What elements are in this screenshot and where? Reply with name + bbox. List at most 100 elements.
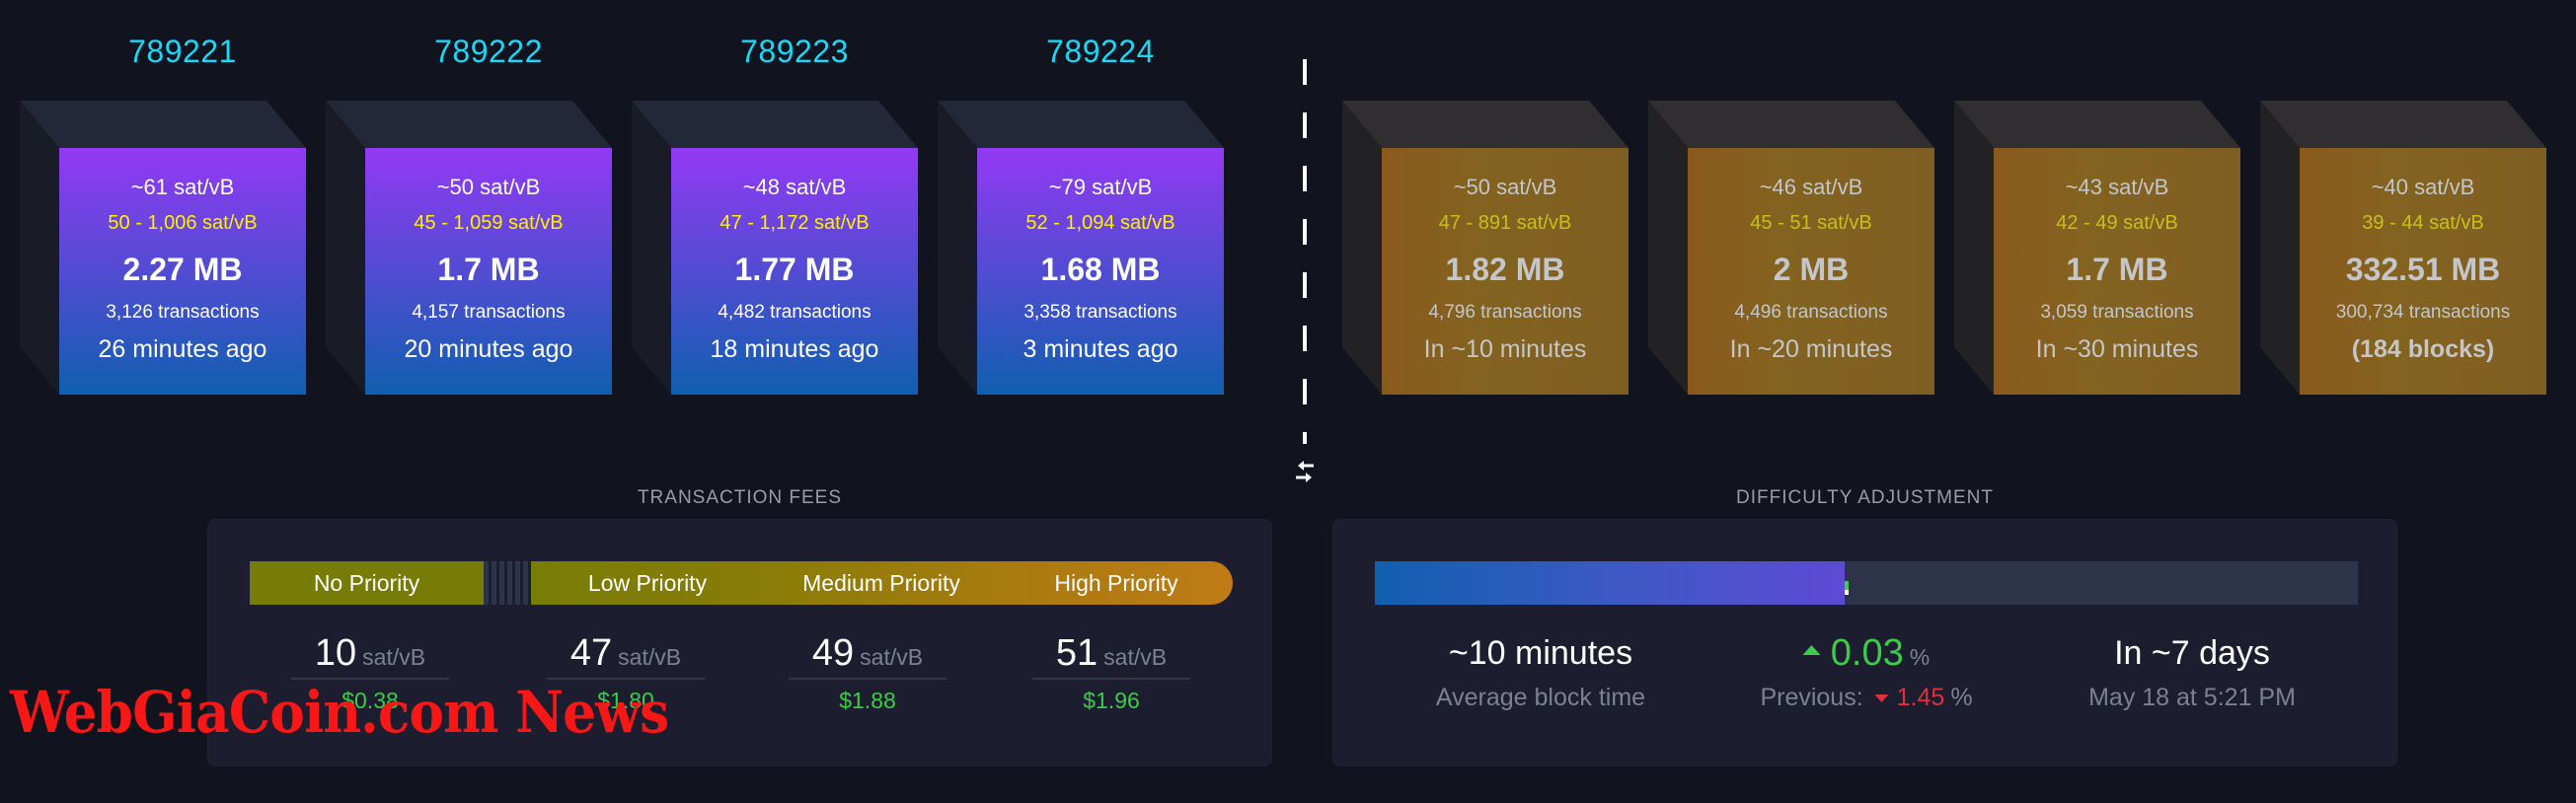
block-front-face: ~40 sat/vB 39 - 44 sat/vB 332.51 MB 300,…	[2300, 148, 2546, 395]
fee-rate: 49	[811, 632, 855, 674]
block-size: 1.7 MB	[2066, 252, 2168, 287]
block-height-link[interactable]: 789223	[671, 34, 918, 70]
block-eta: In ~10 minutes	[1423, 335, 1587, 363]
transaction-count: 3,059 transactions	[2040, 302, 2194, 323]
block-size: 1.7 MB	[437, 252, 540, 287]
block-size: 1.68 MB	[1040, 252, 1161, 287]
next-adjustment-eta: In ~7 days	[2114, 634, 2270, 672]
fee-range: 45 - 51 sat/vB	[1750, 212, 1872, 234]
block-side-face	[326, 101, 365, 395]
mempool-block[interactable]: ~46 sat/vB 45 - 51 sat/vB 2 MB 4,496 tra…	[1648, 101, 1934, 395]
median-fee: ~46 sat/vB	[1759, 175, 1863, 199]
block-front-face: ~50 sat/vB 47 - 891 sat/vB 1.82 MB 4,796…	[1382, 148, 1629, 395]
block-eta: (184 blocks)	[2351, 335, 2495, 363]
next-adjustment-date: May 18 at 5:21 PM	[2088, 684, 2296, 711]
block-side-face	[20, 101, 59, 395]
median-fee: ~48 sat/vB	[742, 175, 847, 199]
block-height-link[interactable]: 789224	[977, 34, 1224, 70]
block-time: 26 minutes ago	[98, 335, 267, 363]
block-side-face	[1648, 101, 1688, 395]
block-size: 1.77 MB	[734, 252, 855, 287]
median-fee: ~40 sat/vB	[2371, 175, 2475, 199]
arrow-down-icon	[1874, 694, 1889, 703]
fee-medium-priority: 49 sat/vB $1.88	[789, 628, 947, 714]
block-size: 332.51 MB	[2345, 252, 2501, 287]
mempool-divider	[1303, 59, 1307, 444]
mined-block[interactable]: ~48 sat/vB 47 - 1,172 sat/vB 1.77 MB 4,4…	[632, 101, 918, 395]
mined-block[interactable]: ~50 sat/vB 45 - 1,059 sat/vB 1.7 MB 4,15…	[326, 101, 612, 395]
mempool-block[interactable]: ~40 sat/vB 39 - 44 sat/vB 332.51 MB 300,…	[2260, 101, 2546, 395]
fee-unit: sat/vB	[362, 644, 426, 670]
block-top-face	[1648, 101, 1934, 148]
block-size: 1.82 MB	[1445, 252, 1565, 287]
block-time: 18 minutes ago	[710, 335, 879, 363]
transaction-count: 4,482 transactions	[718, 302, 871, 323]
block-top-face	[1342, 101, 1629, 148]
transaction-count: 300,734 transactions	[2335, 302, 2511, 323]
block-front-face: ~50 sat/vB 45 - 1,059 sat/vB 1.7 MB 4,15…	[365, 148, 612, 395]
block-top-face	[938, 101, 1224, 148]
previous-label: Previous:	[1760, 684, 1863, 711]
block-height-link[interactable]: 789221	[59, 34, 306, 70]
fee-range: 47 - 1,172 sat/vB	[720, 212, 870, 234]
difficulty-change: 0.03% Previous: 1.45%	[1760, 628, 1972, 712]
transaction-fees-title: TRANSACTION FEES	[637, 487, 843, 508]
fee-range: 39 - 44 sat/vB	[2362, 212, 2484, 234]
fee-unit: sat/vB	[860, 644, 924, 670]
mined-block[interactable]: ~79 sat/vB 52 - 1,094 sat/vB 1.68 MB 3,3…	[938, 101, 1224, 395]
block-side-face	[1954, 101, 1994, 395]
block-front-face: ~43 sat/vB 42 - 49 sat/vB 1.7 MB 3,059 t…	[1994, 148, 2240, 395]
block-top-face	[326, 101, 612, 148]
difficulty-change-value: 0.03	[1830, 632, 1904, 674]
fee-range: 50 - 1,006 sat/vB	[108, 212, 258, 234]
fee-unit: sat/vB	[1103, 644, 1168, 670]
transaction-count: 4,157 transactions	[412, 302, 566, 323]
difficulty-progress-marker	[1845, 581, 1849, 595]
block-height-link[interactable]: 789222	[365, 34, 612, 70]
percent-sign: %	[1950, 684, 1973, 711]
fee-usd: $1.88	[839, 688, 896, 713]
block-side-face	[938, 101, 977, 395]
next-adjustment: In ~7 days May 18 at 5:21 PM	[2088, 628, 2296, 712]
mempool-block[interactable]: ~50 sat/vB 47 - 891 sat/vB 1.82 MB 4,796…	[1342, 101, 1629, 395]
fee-range: 45 - 1,059 sat/vB	[414, 212, 564, 234]
block-front-face: ~46 sat/vB 45 - 51 sat/vB 2 MB 4,496 tra…	[1688, 148, 1934, 395]
previous-change-value: 1.45	[1896, 684, 1945, 711]
fee-high-priority: 51 sat/vB $1.96	[1032, 628, 1190, 714]
fee-range: 47 - 891 sat/vB	[1438, 212, 1572, 234]
block-time: 3 minutes ago	[1023, 335, 1178, 363]
median-fee: ~43 sat/vB	[2065, 175, 2169, 199]
median-fee: ~50 sat/vB	[1453, 175, 1557, 199]
block-side-face	[1342, 101, 1382, 395]
swap-arrows-icon[interactable]	[1289, 456, 1321, 487]
fee-usd: $1.96	[1083, 688, 1140, 713]
block-top-face	[632, 101, 918, 148]
block-front-face: ~79 sat/vB 52 - 1,094 sat/vB 1.68 MB 3,3…	[977, 148, 1224, 395]
block-eta: In ~20 minutes	[1729, 335, 1893, 363]
mempool-block[interactable]: ~43 sat/vB 42 - 49 sat/vB 1.7 MB 3,059 t…	[1954, 101, 2240, 395]
percent-sign: %	[1909, 644, 1931, 670]
difficulty-adjustment-panel: ~10 minutes Average block time 0.03% Pre…	[1332, 519, 2397, 766]
fee-range: 42 - 49 sat/vB	[2056, 212, 2178, 234]
fee-rate: 10	[314, 632, 357, 674]
block-top-face	[2260, 101, 2546, 148]
block-front-face: ~61 sat/vB 50 - 1,006 sat/vB 2.27 MB 3,1…	[59, 148, 306, 395]
average-block-time: ~10 minutes Average block time	[1436, 628, 1645, 712]
block-front-face: ~48 sat/vB 47 - 1,172 sat/vB 1.77 MB 4,4…	[671, 148, 918, 395]
median-fee: ~61 sat/vB	[130, 175, 235, 199]
block-side-face	[2260, 101, 2300, 395]
difficulty-adjustment-title: DIFFICULTY ADJUSTMENT	[1736, 487, 1994, 508]
block-size: 2.27 MB	[122, 252, 243, 287]
block-size: 2 MB	[1773, 252, 1850, 287]
average-block-time-value: ~10 minutes	[1448, 634, 1633, 672]
block-side-face	[632, 101, 671, 395]
difficulty-progress-fill	[1375, 561, 1845, 605]
watermark: WebGiaCoin.com News	[10, 679, 669, 746]
mined-block[interactable]: ~61 sat/vB 50 - 1,006 sat/vB 2.27 MB 3,1…	[20, 101, 306, 395]
transaction-count: 4,496 transactions	[1734, 302, 1888, 323]
fee-rate: 47	[569, 632, 613, 674]
average-block-time-label: Average block time	[1435, 684, 1646, 711]
block-eta: In ~30 minutes	[2035, 335, 2199, 363]
difficulty-progress-bar	[1375, 561, 2358, 605]
fee-unit: sat/vB	[618, 644, 682, 670]
